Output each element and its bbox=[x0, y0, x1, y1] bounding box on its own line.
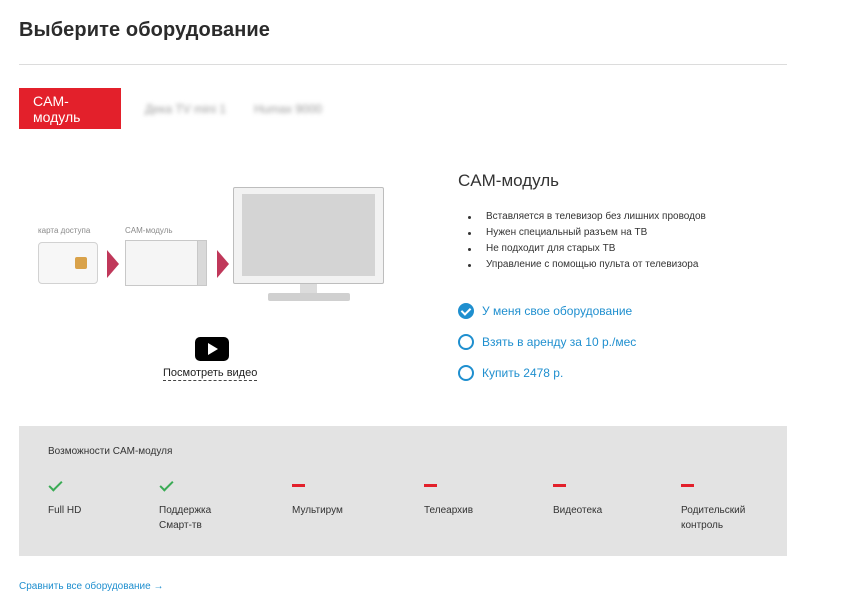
capabilities-panel: Возможности CAM-модуля Full HD Поддержка… bbox=[19, 426, 787, 556]
dash-icon bbox=[553, 479, 566, 493]
radio-checked-icon[interactable] bbox=[458, 303, 474, 319]
feature-item: Не подходит для старых ТВ bbox=[466, 241, 706, 257]
capability-label: Телеархив bbox=[424, 505, 474, 516]
compare-equipment-link[interactable]: Сравнить все оборудование → bbox=[19, 581, 163, 592]
equipment-tabs: CAM-модуль Дека TV mini 1 Humax 9000 bbox=[19, 88, 336, 129]
option-label: У меня свое оборудование bbox=[482, 304, 633, 318]
option-label: Купить 2478 р. bbox=[482, 366, 564, 380]
capability-label: Родительский контроль bbox=[681, 505, 746, 531]
arrow-icon bbox=[217, 250, 229, 278]
tv-stand-base bbox=[268, 293, 350, 301]
capability-label: Поддержка Смарт-тв bbox=[159, 505, 212, 531]
cam-module-connector bbox=[197, 240, 207, 286]
tv-image bbox=[233, 187, 384, 284]
capability-tv-archive: Телеархив bbox=[424, 479, 473, 518]
capability-full-hd: Full HD bbox=[48, 479, 81, 518]
capability-multiroom: Мультирум bbox=[292, 479, 343, 518]
arrow-icon bbox=[107, 250, 119, 278]
option-own-equipment[interactable]: У меня свое оборудование bbox=[458, 303, 632, 319]
watch-video-link[interactable]: Посмотреть видео bbox=[163, 367, 258, 381]
check-icon bbox=[159, 479, 173, 493]
access-card-caption: карта доступа bbox=[38, 226, 91, 235]
product-title: CAM-модуль bbox=[458, 171, 560, 190]
option-buy[interactable]: Купить 2478 р. bbox=[458, 365, 563, 381]
capability-parental-control: Родительский контроль bbox=[681, 479, 745, 533]
product-features-list: Вставляется в телевизор без лишних прово… bbox=[466, 209, 706, 273]
feature-item: Управление с помощью пульта от телевизор… bbox=[466, 257, 706, 273]
tab-cam-module[interactable]: CAM-модуль bbox=[19, 88, 121, 129]
capability-label: Full HD bbox=[48, 505, 82, 516]
title-divider bbox=[19, 64, 787, 65]
radio-icon[interactable] bbox=[458, 334, 474, 350]
page-title: Выберите оборудование bbox=[19, 19, 271, 41]
dash-icon bbox=[681, 479, 694, 493]
feature-item: Вставляется в телевизор без лишних прово… bbox=[466, 209, 706, 225]
capability-label: Мультирум bbox=[292, 505, 343, 516]
dash-icon bbox=[424, 479, 437, 493]
radio-icon[interactable] bbox=[458, 365, 474, 381]
dash-icon bbox=[292, 479, 305, 493]
play-icon[interactable] bbox=[195, 337, 229, 361]
capability-video-library: Видеотека bbox=[553, 479, 602, 518]
option-rent[interactable]: Взять в аренду за 10 р./мес bbox=[458, 334, 636, 350]
access-card-image bbox=[38, 242, 98, 284]
card-chip bbox=[75, 257, 87, 269]
cam-module-image bbox=[125, 240, 207, 286]
option-label: Взять в аренду за 10 р./мес bbox=[482, 335, 637, 349]
capability-smart-tv: Поддержка Смарт-тв bbox=[159, 479, 211, 533]
capabilities-title: Возможности CAM-модуля bbox=[48, 446, 173, 457]
tab-deka-tv-mini[interactable]: Дека TV mini 1 bbox=[131, 88, 240, 129]
tab-humax[interactable]: Humax 9000 bbox=[240, 88, 336, 129]
tv-screen bbox=[242, 194, 375, 276]
connection-illustration: карта доступа CAM-модуль bbox=[0, 160, 420, 320]
capability-label: Видеотека bbox=[553, 505, 603, 516]
check-icon bbox=[48, 479, 62, 493]
cam-module-caption: CAM-модуль bbox=[125, 226, 173, 235]
feature-item: Нужен специальный разъем на ТВ bbox=[466, 225, 706, 241]
